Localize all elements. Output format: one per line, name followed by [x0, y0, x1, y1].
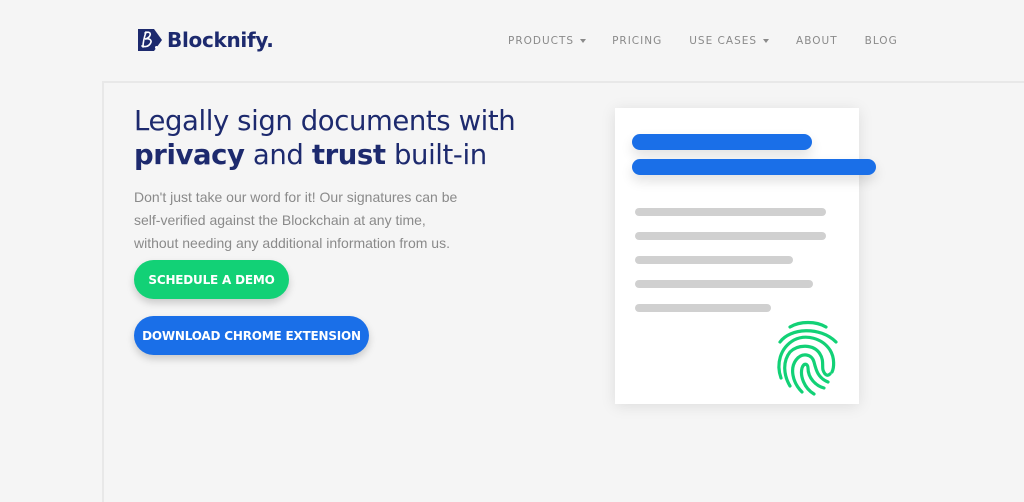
nav-item-about[interactable]: ABOUT	[796, 35, 838, 47]
brand-logo[interactable]: Blocknify.	[137, 28, 274, 52]
content-left-border	[102, 81, 104, 502]
hero-title-trust: trust	[311, 139, 386, 171]
document-heading-bar	[632, 159, 876, 175]
hero-description: Don't just take our word for it! Our sig…	[134, 189, 458, 251]
header-divider	[102, 81, 1024, 83]
caret-down-icon	[763, 39, 770, 43]
fingerprint-icon	[777, 320, 838, 396]
nav-item-label: BLOG	[864, 35, 898, 47]
nav-item-label: PRODUCTS	[508, 35, 575, 47]
document-text-line	[635, 280, 813, 288]
document-text-line	[635, 304, 771, 312]
hero-title: Legally sign documents with privacy and …	[134, 104, 516, 172]
nav-item-pricing[interactable]: PRICING	[612, 35, 662, 47]
caret-down-icon	[580, 39, 587, 43]
nav-item-blog[interactable]: BLOG	[865, 35, 898, 47]
blocknify-logo-icon	[138, 29, 162, 51]
schedule-demo-button[interactable]: SCHEDULE A DEMO	[134, 260, 289, 299]
site-header: Blocknify. PRODUCTS PRICING USE CASES AB…	[0, 0, 1024, 82]
brand-name: Blocknify.	[167, 28, 274, 52]
nav-item-products[interactable]: PRODUCTS	[508, 35, 587, 47]
document-text-line	[635, 256, 793, 264]
main-nav: PRODUCTS PRICING USE CASES ABOUT BLOG	[508, 35, 898, 47]
hero-title-and: and	[244, 139, 312, 171]
nav-item-label: USE CASES	[689, 35, 758, 47]
download-chrome-extension-button[interactable]: DOWNLOAD CHROME EXTENSION	[134, 316, 369, 355]
document-text-line	[635, 232, 826, 240]
hero-title-privacy: privacy	[134, 139, 245, 171]
document-heading-bar	[632, 134, 812, 150]
document-text-line	[635, 208, 826, 216]
nav-item-label: ABOUT	[796, 35, 838, 47]
nav-item-label: PRICING	[612, 35, 663, 47]
hero-title-line1: Legally sign documents with	[134, 105, 516, 137]
hero-title-built-in: built-in	[385, 139, 487, 171]
nav-item-use-cases[interactable]: USE CASES	[689, 35, 770, 47]
